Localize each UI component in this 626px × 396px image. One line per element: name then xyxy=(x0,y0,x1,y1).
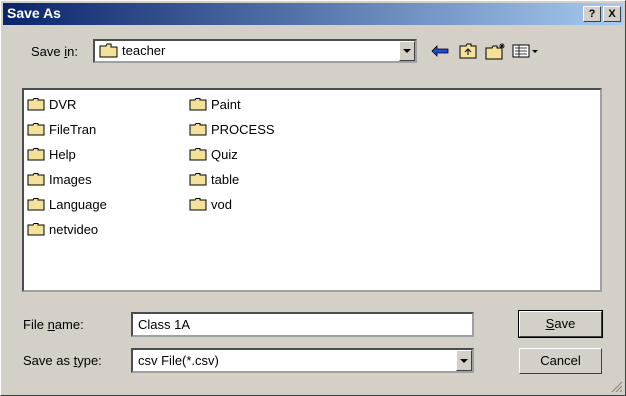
folder-icon xyxy=(27,97,45,111)
folder-icon xyxy=(27,197,45,211)
save-in-label: Save in: xyxy=(31,44,78,59)
folder-label: Quiz xyxy=(211,146,238,162)
window-title: Save As xyxy=(7,5,61,21)
help-button[interactable]: ? xyxy=(583,6,601,22)
folder-label: Language xyxy=(49,196,107,212)
save-in-value: teacher xyxy=(122,43,166,58)
cancel-button[interactable]: Cancel xyxy=(519,348,602,374)
folder-label: Help xyxy=(49,146,76,162)
file-name-input[interactable]: Class 1A xyxy=(131,312,474,337)
folder-item[interactable]: table xyxy=(189,169,239,189)
folder-item[interactable]: DVR xyxy=(27,94,76,114)
view-menu-icon[interactable] xyxy=(511,40,541,62)
folder-icon xyxy=(27,222,45,236)
folder-item[interactable]: FileTran xyxy=(27,119,96,139)
folder-icon xyxy=(189,147,207,161)
folder-item[interactable]: Images xyxy=(27,169,92,189)
folder-label: Images xyxy=(49,171,92,187)
save-as-type-label: Save as type: xyxy=(23,353,102,368)
folder-label: DVR xyxy=(49,96,77,112)
folder-label: FileTran xyxy=(49,121,97,137)
save-as-type-value: csv File(*.csv) xyxy=(138,353,219,368)
folder-icon xyxy=(27,122,45,136)
save-in-combo[interactable]: teacher xyxy=(93,39,417,63)
save-in-dropdown-button[interactable] xyxy=(399,41,415,61)
folder-item[interactable]: vod xyxy=(189,194,232,214)
back-arrow-icon[interactable] xyxy=(429,40,451,62)
save-as-type-combo[interactable]: csv File(*.csv) xyxy=(131,348,474,373)
up-folder-icon[interactable] xyxy=(457,40,479,62)
file-list[interactable]: DVR FileTran Help Images Language netvideo Pa… xyxy=(22,88,602,292)
resize-grip-icon[interactable] xyxy=(611,381,623,393)
new-folder-icon[interactable] xyxy=(485,40,507,62)
title-bar[interactable]: Save As ? X xyxy=(3,3,623,25)
folder-icon xyxy=(189,97,207,111)
save-as-dialog: Save As ? X Save in: teacher DVR FileTran… xyxy=(0,0,626,396)
save-as-type-dropdown-button[interactable] xyxy=(456,350,472,371)
file-name-label: File name: xyxy=(23,317,84,332)
folder-label: vod xyxy=(211,196,232,212)
file-name-value: Class 1A xyxy=(138,317,191,332)
folder-label: netvideo xyxy=(49,221,99,237)
folder-icon xyxy=(189,197,207,211)
folder-label: PROCESS xyxy=(211,121,275,137)
folder-icon xyxy=(27,147,45,161)
folder-open-icon xyxy=(99,43,119,62)
folder-item[interactable]: PROCESS xyxy=(189,119,275,139)
close-button[interactable]: X xyxy=(603,6,621,22)
folder-icon xyxy=(27,172,45,186)
folder-icon xyxy=(189,172,207,186)
folder-item[interactable]: Help xyxy=(27,144,76,164)
folder-icon xyxy=(189,122,207,136)
folder-item[interactable]: Paint xyxy=(189,94,241,114)
folder-item[interactable]: Language xyxy=(27,194,107,214)
folder-item[interactable]: netvideo xyxy=(27,219,98,239)
folder-label: table xyxy=(211,171,240,187)
save-button[interactable]: Save xyxy=(518,310,603,338)
folder-item[interactable]: Quiz xyxy=(189,144,238,164)
folder-label: Paint xyxy=(211,96,241,112)
